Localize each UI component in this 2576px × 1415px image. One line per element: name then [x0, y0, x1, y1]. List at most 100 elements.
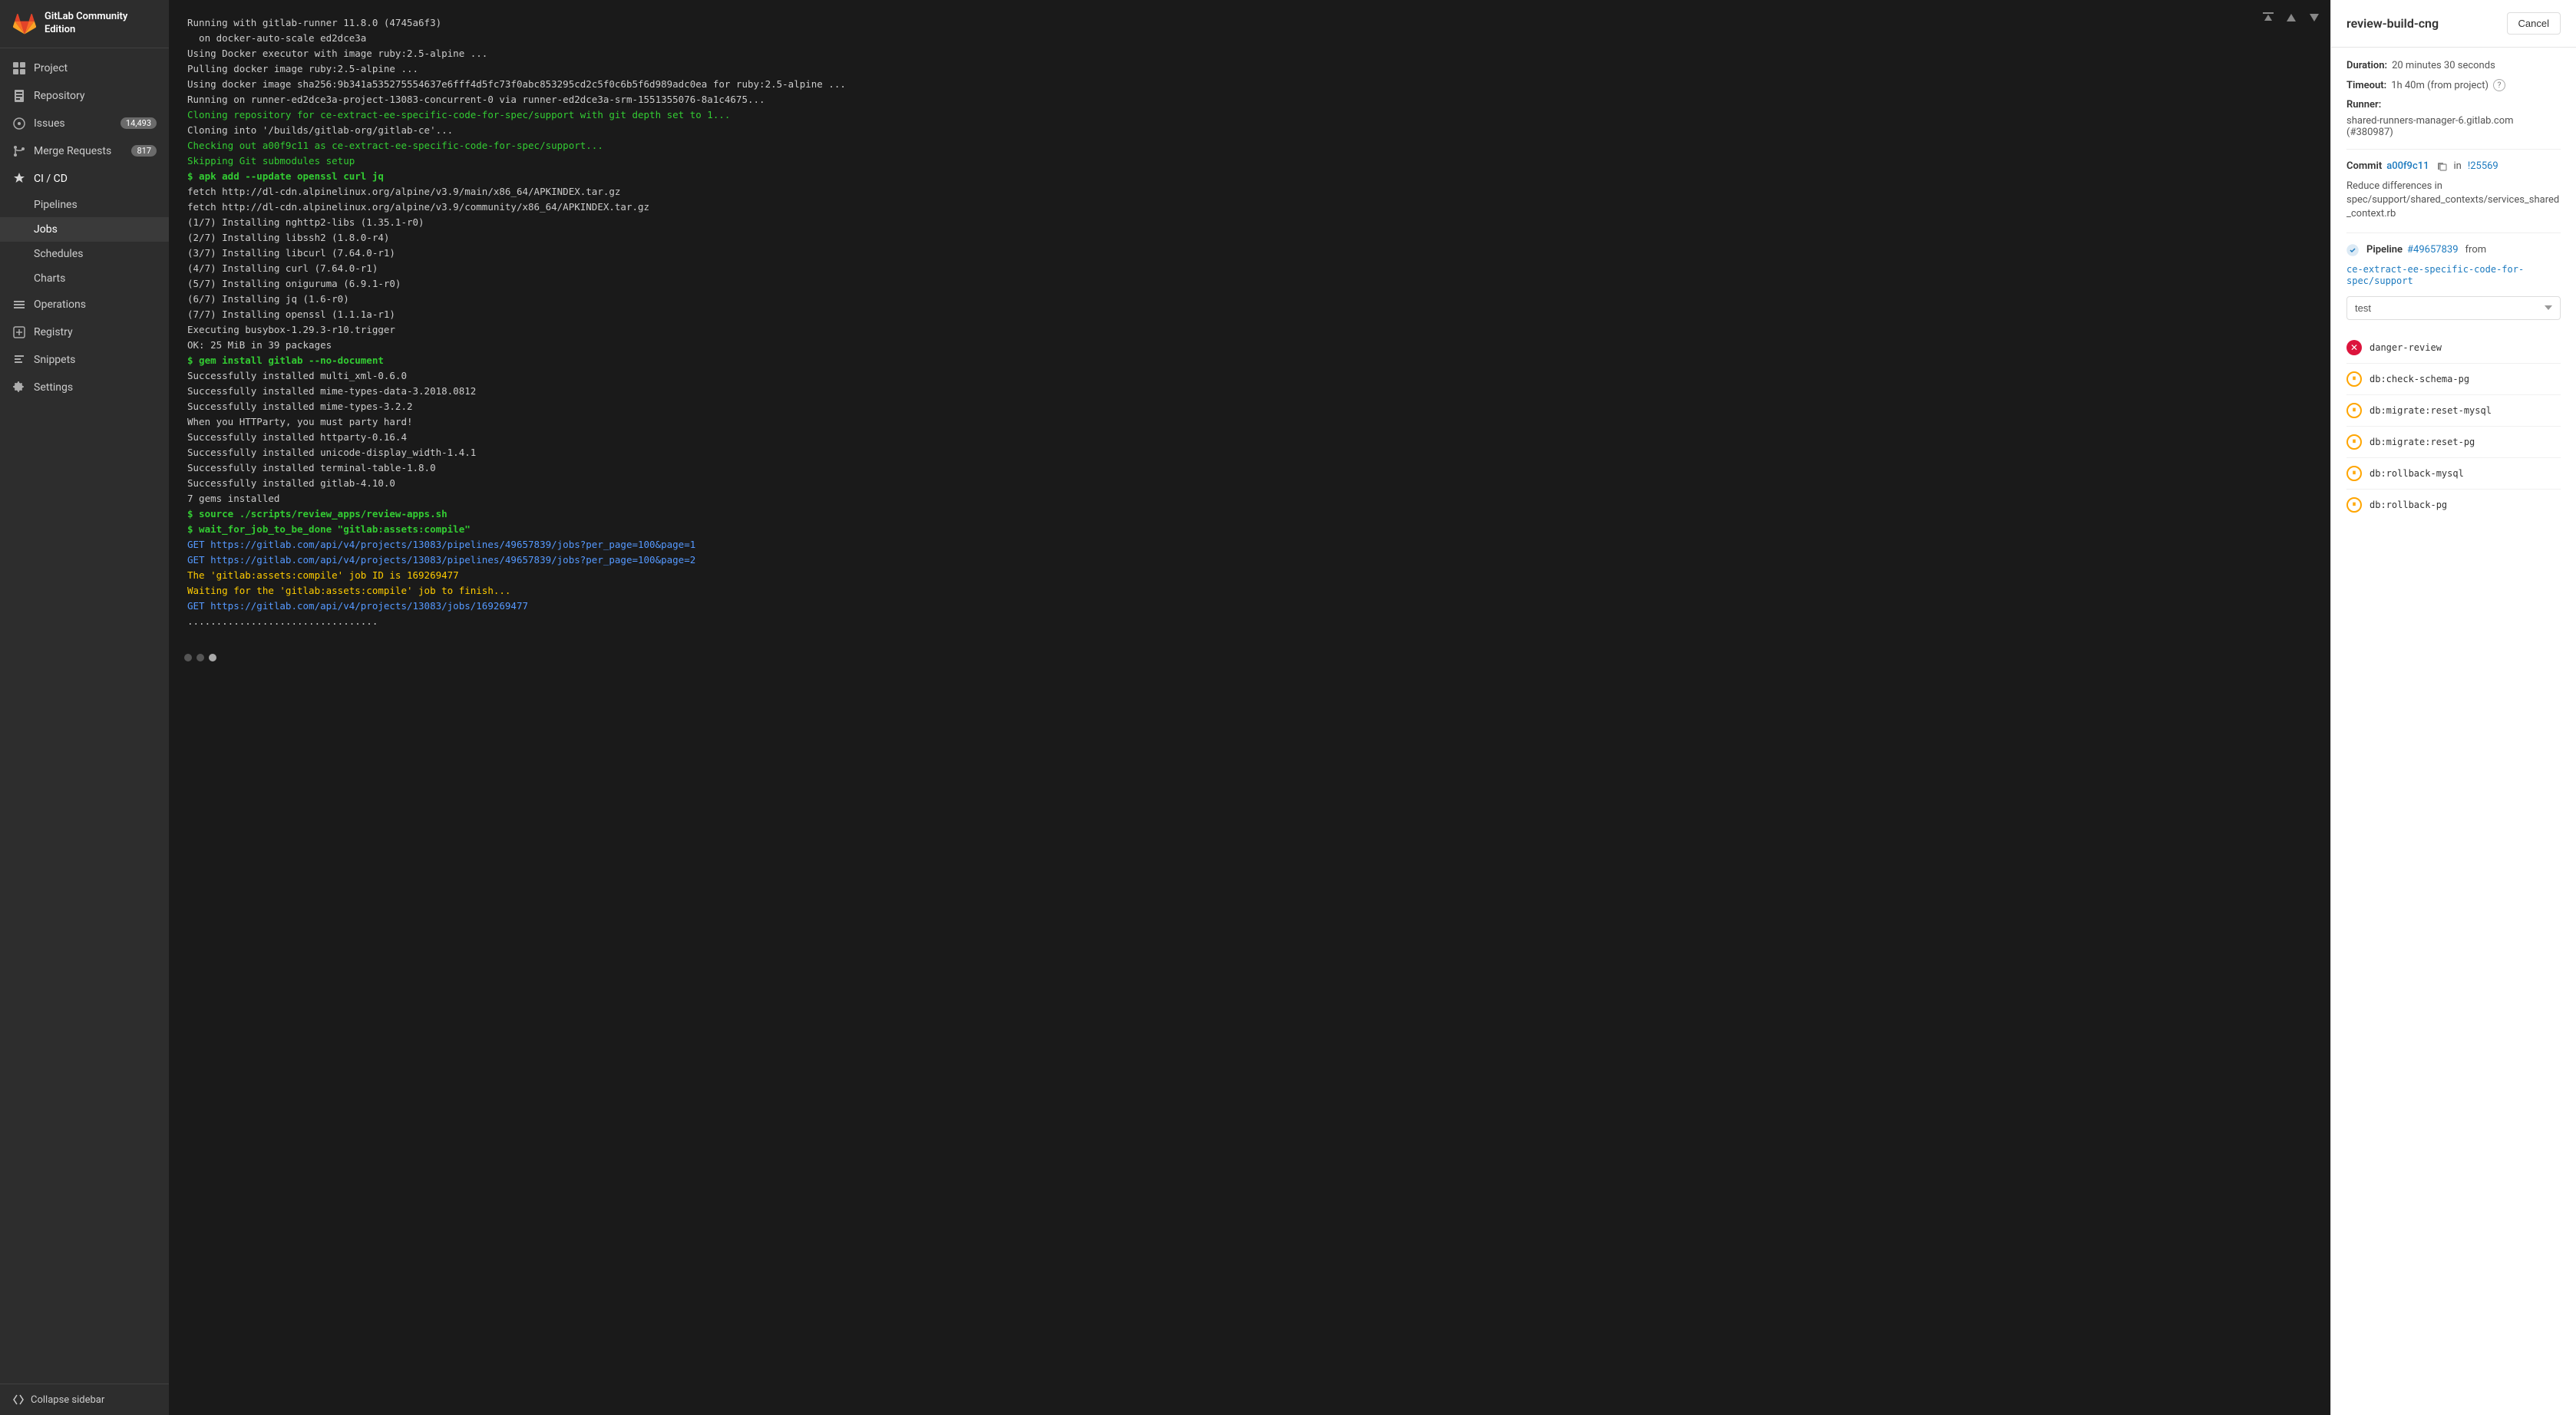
timeout-value: 1h 40m (from project): [2391, 80, 2488, 91]
schedules-label: Schedules: [34, 248, 83, 260]
job-name: db:rollback-pg: [2370, 500, 2447, 510]
cicd-icon: [12, 172, 26, 186]
sidebar-item-cicd-label: CI / CD: [34, 173, 68, 185]
sidebar-item-operations[interactable]: Operations: [0, 291, 169, 318]
sidebar: GitLab Community Edition Project Reposit…: [0, 0, 169, 1415]
merge-request-link[interactable]: !25569: [2468, 160, 2498, 172]
sidebar-footer: Collapse sidebar: [0, 1384, 169, 1415]
terminal-dot-1: [184, 654, 192, 661]
terminal-dots: [169, 645, 2330, 671]
main-content: Running with gitlab-runner 11.8.0 (4745a…: [169, 0, 2576, 1415]
sidebar-subitem-jobs[interactable]: Jobs: [0, 217, 169, 242]
collapse-icon: [12, 1394, 25, 1406]
job-name: db:check-schema-pg: [2370, 374, 2469, 384]
commit-label: Commit: [2346, 160, 2382, 172]
sidebar-item-snippets[interactable]: Snippets: [0, 346, 169, 374]
sidebar-item-settings-label: Settings: [34, 381, 73, 394]
job-item-rollback-pg[interactable]: ⏸ db:rollback-pg: [2346, 490, 2561, 520]
commit-section: Commit a00f9c11 in !25569 Reduce differe…: [2346, 149, 2561, 222]
issues-badge: 14,493: [121, 117, 157, 129]
sidebar-header: GitLab Community Edition: [0, 0, 169, 48]
job-item-migrate-reset-pg[interactable]: ⏸ db:migrate:reset-pg: [2346, 427, 2561, 458]
job-name: db:migrate:reset-mysql: [2370, 405, 2492, 416]
timeout-row: Timeout: 1h 40m (from project) ?: [2346, 79, 2561, 91]
sidebar-item-snippets-label: Snippets: [34, 354, 75, 366]
pipeline-row: Pipeline #49657839 from: [2346, 244, 2561, 256]
sidebar-item-operations-label: Operations: [34, 299, 86, 311]
commit-message: Reduce differences in spec/support/share…: [2346, 180, 2561, 222]
job-title: review-build-cng: [2346, 16, 2439, 31]
job-status-pending-icon: ⏸: [2346, 434, 2362, 450]
merge-icon: [12, 144, 26, 158]
job-item-check-schema-pg[interactable]: ⏸ db:check-schema-pg: [2346, 364, 2561, 395]
runner-label: Runner:: [2346, 99, 2381, 110]
duration-row: Duration: 20 minutes 30 seconds: [2346, 60, 2561, 71]
job-status-pending-icon: ⏸: [2346, 403, 2362, 418]
sidebar-item-cicd[interactable]: CI / CD: [0, 165, 169, 193]
pipeline-branch-link[interactable]: ce-extract-ee-specific-code-for-spec/sup…: [2346, 264, 2524, 286]
terminal-toolbar: [2261, 9, 2321, 25]
mr-badge: 817: [131, 145, 157, 157]
snippets-icon: [12, 353, 26, 367]
operations-icon: [12, 298, 26, 312]
commit-row: Commit a00f9c11 in !25569: [2346, 160, 2561, 172]
duration-label: Duration:: [2346, 60, 2387, 71]
pipelines-label: Pipelines: [34, 199, 78, 211]
settings-icon: [12, 381, 26, 394]
right-panel-header: review-build-cng Cancel: [2331, 0, 2576, 48]
terminal-area[interactable]: Running with gitlab-runner 11.8.0 (4745a…: [169, 0, 2330, 1415]
sidebar-item-project-label: Project: [34, 62, 68, 74]
right-panel: review-build-cng Cancel Duration: 20 min…: [2330, 0, 2576, 1415]
issues-icon: [12, 117, 26, 130]
in-label: in: [2454, 160, 2462, 172]
sidebar-item-mr-label: Merge Requests: [34, 145, 111, 157]
collapse-sidebar-button[interactable]: Collapse sidebar: [12, 1394, 157, 1406]
jobs-label: Jobs: [34, 223, 58, 236]
cancel-button[interactable]: Cancel: [2507, 12, 2561, 35]
scroll-to-top-button[interactable]: [2261, 9, 2275, 25]
job-status-pending-icon: ⏸: [2346, 466, 2362, 481]
sidebar-item-issues[interactable]: Issues 14,493: [0, 110, 169, 137]
scroll-down-button[interactable]: [2307, 9, 2321, 25]
job-name: db:rollback-mysql: [2370, 468, 2464, 479]
timeout-help-icon[interactable]: ?: [2493, 79, 2505, 91]
sidebar-item-repository[interactable]: Repository: [0, 82, 169, 110]
terminal-dot-3: [209, 654, 216, 661]
sidebar-item-issues-label: Issues: [34, 117, 65, 130]
sidebar-item-merge-requests[interactable]: Merge Requests 817: [0, 137, 169, 165]
timeout-label: Timeout:: [2346, 80, 2386, 91]
registry-icon: [12, 325, 26, 339]
gitlab-logo: [12, 12, 37, 36]
sidebar-subitem-charts[interactable]: Charts: [0, 266, 169, 291]
sidebar-subitem-schedules[interactable]: Schedules: [0, 242, 169, 266]
commit-hash-link[interactable]: a00f9c11: [2386, 160, 2429, 172]
copy-commit-icon[interactable]: [2437, 160, 2448, 172]
jobs-list: ✕ danger-review ⏸ db:check-schema-pg ⏸ d…: [2346, 332, 2561, 520]
pipeline-section: Pipeline #49657839 from ce-extract-ee-sp…: [2346, 233, 2561, 287]
pipeline-status-icon: [2346, 244, 2359, 256]
cicd-submenu: Pipelines Jobs Schedules Charts: [0, 193, 169, 291]
sidebar-item-repository-label: Repository: [34, 90, 84, 102]
runner-row: Runner: shared-runners-manager-6.gitlab.…: [2346, 99, 2561, 138]
job-item-rollback-mysql[interactable]: ⏸ db:rollback-mysql: [2346, 458, 2561, 490]
collapse-label: Collapse sidebar: [31, 1394, 104, 1406]
runner-value: shared-runners-manager-6.gitlab.com (#38…: [2346, 115, 2561, 138]
sidebar-item-registry[interactable]: Registry: [0, 318, 169, 346]
from-label: from: [2465, 244, 2487, 256]
scroll-up-button[interactable]: [2284, 9, 2298, 25]
sidebar-item-project[interactable]: Project: [0, 54, 169, 82]
stage-dropdown: test build deploy: [2346, 296, 2561, 320]
job-item-danger-review[interactable]: ✕ danger-review: [2346, 332, 2561, 364]
stage-select[interactable]: test build deploy: [2346, 296, 2561, 320]
app-title: GitLab Community Edition: [45, 11, 157, 37]
project-icon: [12, 61, 26, 75]
sidebar-subitem-pipelines[interactable]: Pipelines: [0, 193, 169, 217]
job-item-migrate-reset-mysql[interactable]: ⏸ db:migrate:reset-mysql: [2346, 395, 2561, 427]
job-status-pending-icon: ⏸: [2346, 371, 2362, 387]
pipeline-label: Pipeline: [2366, 244, 2403, 256]
duration-value: 20 minutes 30 seconds: [2392, 60, 2495, 71]
sidebar-item-settings[interactable]: Settings: [0, 374, 169, 401]
job-name: db:migrate:reset-pg: [2370, 437, 2475, 447]
job-status-failed-icon: ✕: [2346, 340, 2362, 355]
pipeline-link[interactable]: #49657839: [2407, 244, 2458, 256]
